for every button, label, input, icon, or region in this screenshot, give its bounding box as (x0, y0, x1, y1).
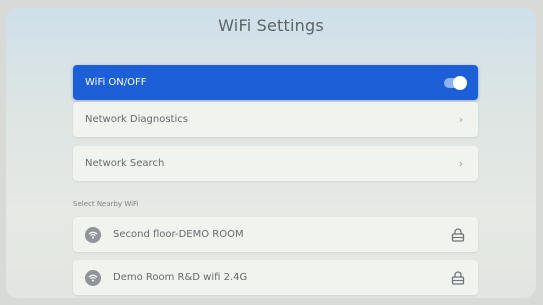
nearby-wifi-section-label: Select Nearby WiFi (73, 200, 139, 208)
lock-icon (450, 227, 466, 242)
network-search-label: Network Search (85, 158, 165, 169)
wifi-network-name: Second floor-DEMO ROOM (113, 229, 244, 240)
lock-icon (450, 270, 466, 285)
wifi-toggle-row[interactable]: WiFi ON/OFF (73, 65, 478, 100)
toggle-knob (453, 75, 467, 90)
wifi-toggle-label: WiFi ON/OFF (85, 77, 147, 88)
wifi-network-item[interactable]: Demo Room R&D wifi 2.4G (73, 260, 478, 295)
wifi-network-item[interactable]: Second floor-DEMO ROOM (73, 217, 478, 252)
network-diagnostics-item[interactable]: Network Diagnostics › (73, 102, 478, 137)
wifi-toggle-switch[interactable] (444, 75, 467, 90)
wifi-settings-screen: WiFi Settings WiFi ON/OFF Network Diagno… (6, 8, 536, 298)
chevron-right-icon: › (458, 157, 464, 170)
page-title: WiFi Settings (218, 16, 324, 35)
chevron-right-icon: › (458, 113, 464, 126)
network-search-item[interactable]: Network Search › (73, 146, 478, 181)
wifi-icon (85, 226, 101, 243)
wifi-network-name: Demo Room R&D wifi 2.4G (113, 272, 248, 283)
network-diagnostics-label: Network Diagnostics (85, 114, 188, 125)
wifi-icon (85, 269, 101, 286)
